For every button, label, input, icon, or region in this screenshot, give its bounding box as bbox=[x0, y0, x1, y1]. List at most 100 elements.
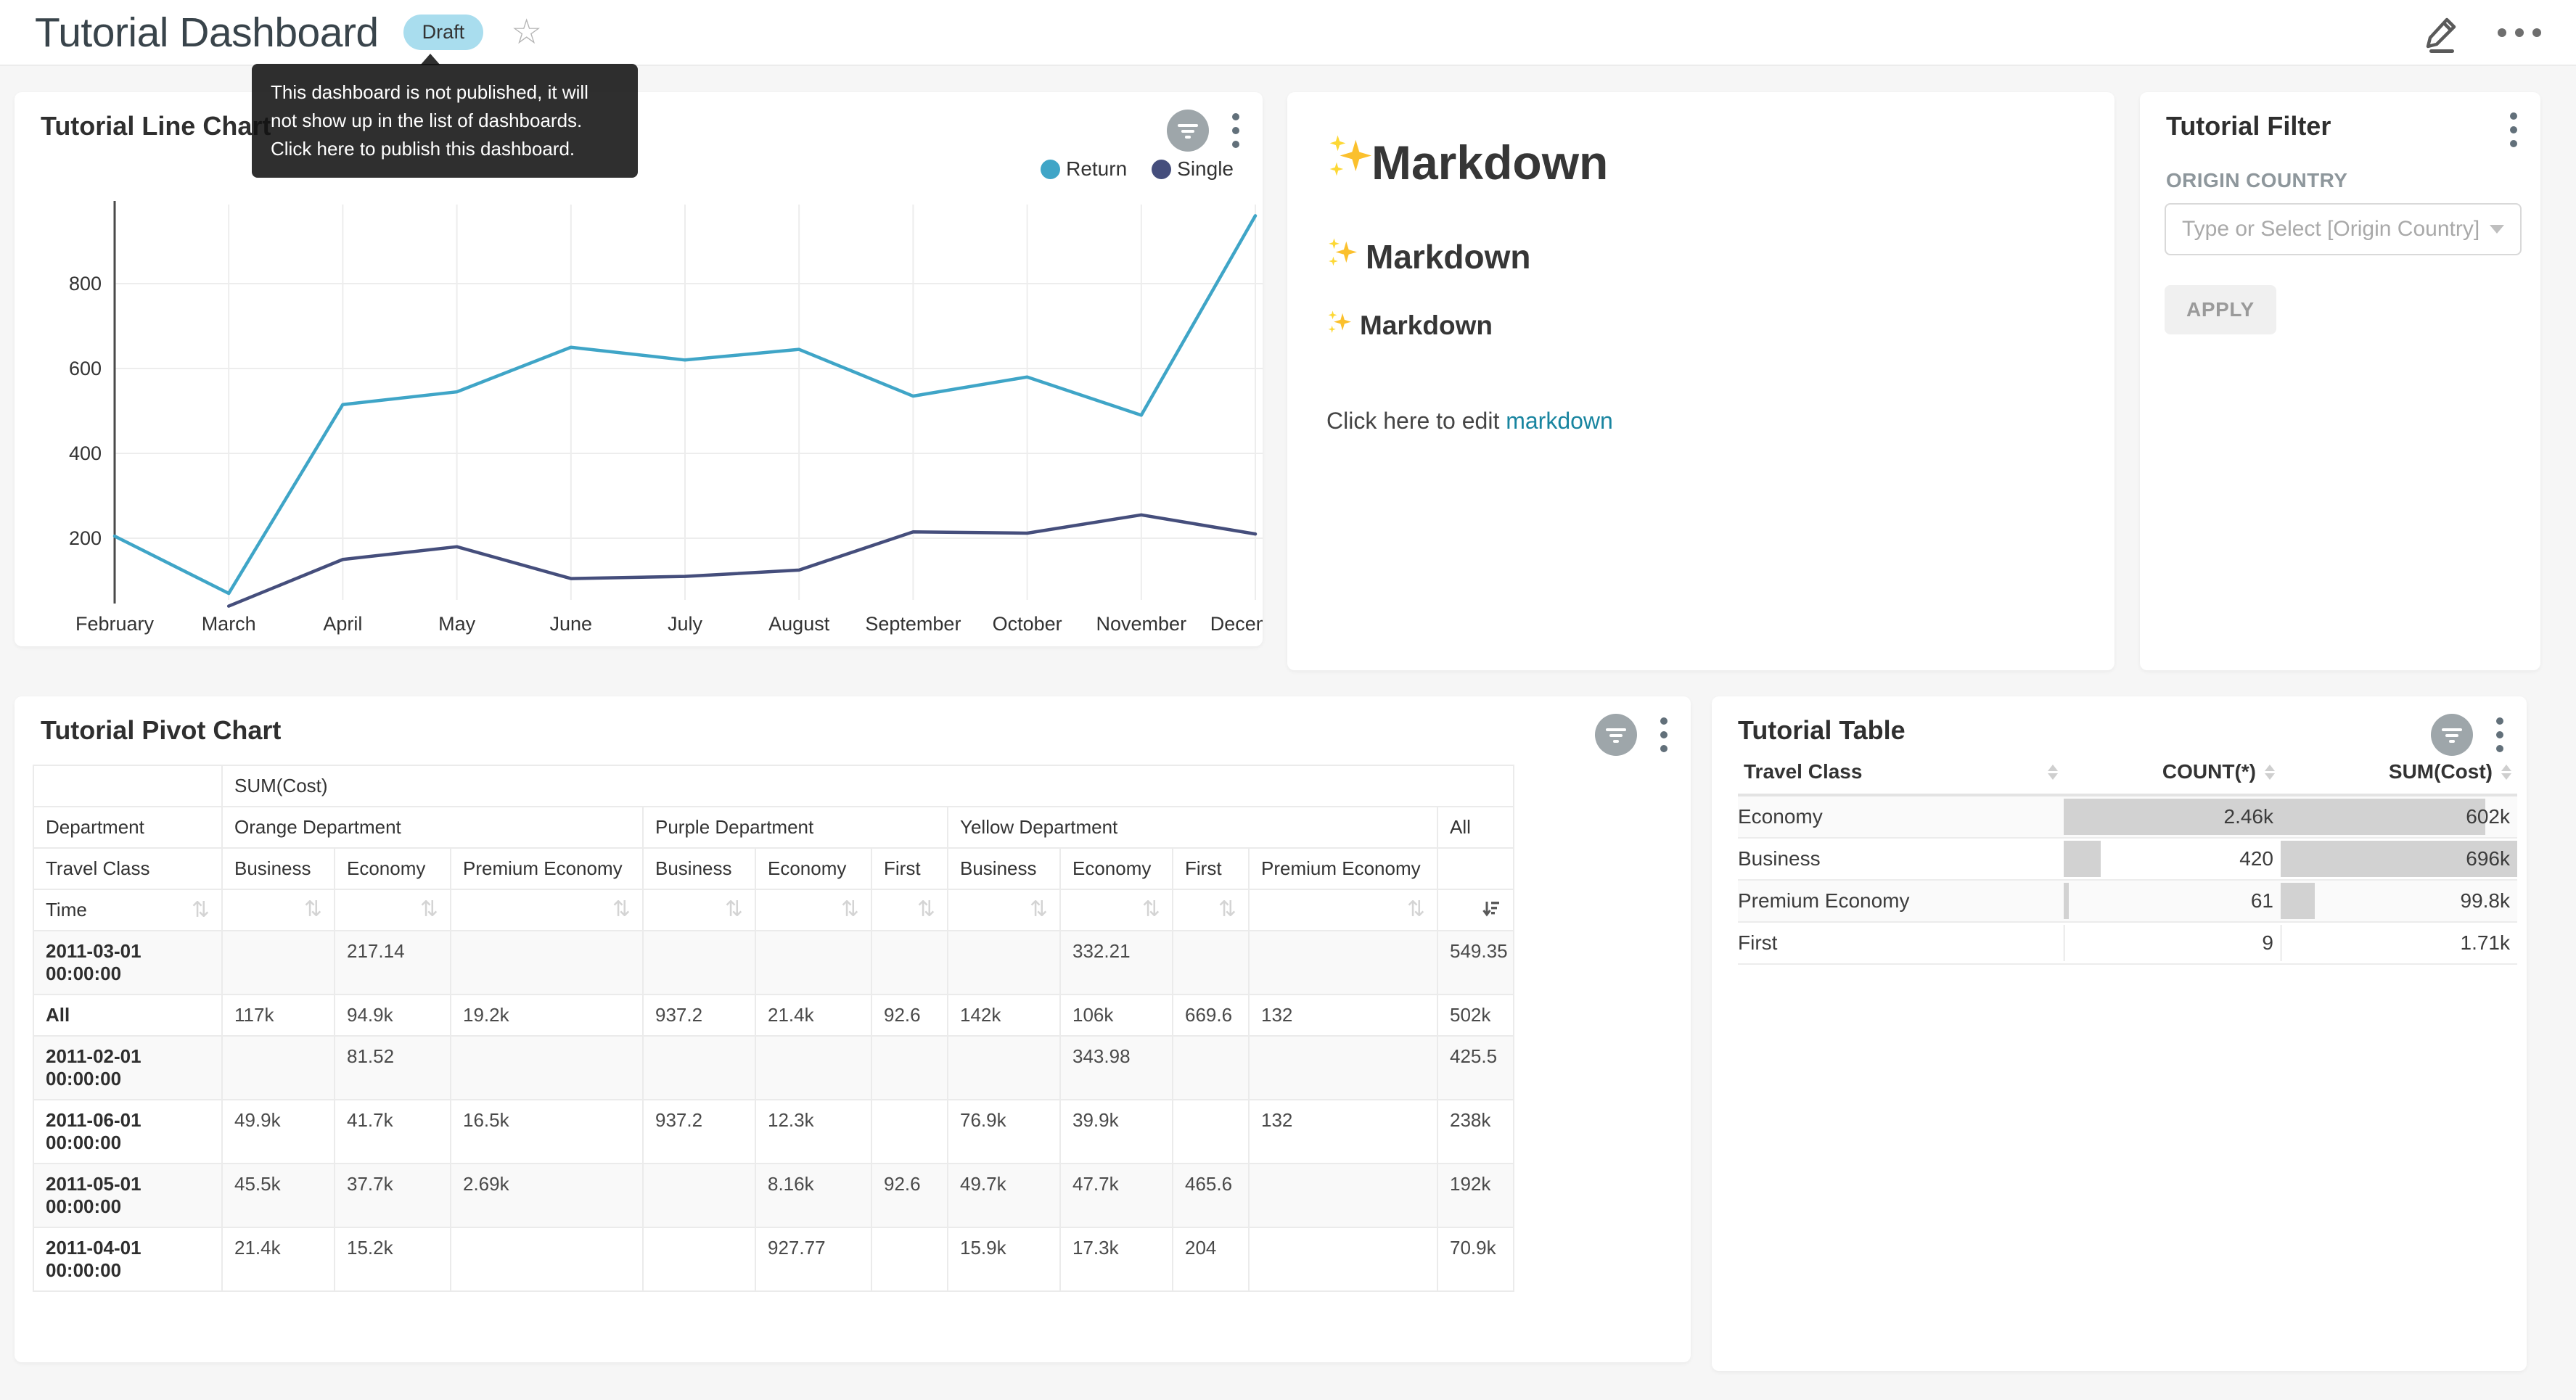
sort-toggle-icon[interactable]: ⇅ bbox=[725, 899, 743, 921]
pivot-sort-cell[interactable]: ⇅ bbox=[755, 889, 871, 931]
pivot-sort-cell[interactable]: ⇅ bbox=[948, 889, 1060, 931]
value-bar bbox=[2281, 799, 2485, 835]
legend-item-single[interactable]: Single bbox=[1152, 157, 1234, 181]
sort-carets-icon[interactable] bbox=[2048, 765, 2058, 780]
sort-carets-icon[interactable] bbox=[2501, 765, 2511, 780]
dashboard-header: Tutorial Dashboard Draft ☆ bbox=[0, 0, 2576, 66]
pivot-cell: 37.7k bbox=[335, 1164, 451, 1227]
pivot-cell: 669.6 bbox=[1173, 995, 1249, 1036]
pivot-sort-cell[interactable]: ⇅ bbox=[1249, 889, 1437, 931]
sort-toggle-icon[interactable]: ⇅ bbox=[1142, 899, 1160, 921]
pivot-cell: 39.9k bbox=[1060, 1100, 1173, 1164]
filter-indicator-icon[interactable] bbox=[1167, 110, 1209, 152]
pivot-cell: 16.5k bbox=[451, 1100, 643, 1164]
pivot-cell: 2.69k bbox=[451, 1164, 643, 1227]
pivot-sort-cell[interactable]: ⇅ bbox=[451, 889, 643, 931]
markdown-h1: Markdown bbox=[1326, 133, 2085, 192]
cell-value: 99.8k bbox=[2461, 881, 2511, 921]
sum-cell: 696k bbox=[2281, 838, 2517, 880]
pivot-time-header[interactable]: Time ⇅ bbox=[33, 889, 222, 931]
pivot-sort-cell[interactable] bbox=[1437, 889, 1514, 931]
pivot-row: 2011-06-01 00:00:0049.9k41.7k16.5k937.21… bbox=[33, 1100, 1514, 1164]
travel-class-cell: Business bbox=[1738, 838, 2064, 880]
pivot-cell bbox=[451, 1036, 643, 1100]
markdown-h3: Markdown bbox=[1326, 309, 2085, 342]
pivot-cell: 465.6 bbox=[1173, 1164, 1249, 1227]
sort-toggle-icon[interactable]: ⇅ bbox=[1030, 899, 1048, 921]
value-bar bbox=[2281, 883, 2315, 919]
pivot-col-header: Economy bbox=[335, 848, 451, 889]
draft-badge[interactable]: Draft bbox=[403, 15, 484, 50]
pivot-col-header: Business bbox=[222, 848, 335, 889]
pivot-cell: 12.3k bbox=[755, 1100, 871, 1164]
apply-button[interactable]: APPLY bbox=[2165, 285, 2276, 334]
filter-card: Tutorial Filter ORIGIN COUNTRY Type or S… bbox=[2140, 92, 2540, 670]
markdown-h2-text: Markdown bbox=[1366, 237, 1530, 276]
table-header-count-[interactable]: COUNT(*) bbox=[2064, 750, 2281, 795]
line-chart-plot[interactable]: 200400600800FebruaryMarchAprilMayJuneJul… bbox=[29, 194, 1263, 643]
pivot-sort-cell[interactable]: ⇅ bbox=[643, 889, 755, 931]
sort-toggle-icon[interactable]: ⇅ bbox=[304, 899, 322, 921]
value-bar bbox=[2064, 841, 2101, 877]
pivot-cell: 927.77 bbox=[755, 1227, 871, 1291]
ellipsis-menu-icon[interactable] bbox=[2498, 28, 2541, 37]
y-axis-tick: 800 bbox=[69, 273, 102, 295]
pivot-cell: 502k bbox=[1437, 995, 1514, 1036]
x-axis-label: December bbox=[1210, 613, 1263, 635]
cell-value: 61 bbox=[2251, 881, 2273, 921]
pivot-class-header: Travel Class bbox=[33, 848, 222, 889]
line-chart-card: Tutorial Line Chart Return Single 200400… bbox=[15, 92, 1263, 646]
filter-indicator-icon[interactable] bbox=[1595, 714, 1637, 756]
pivot-sort-cell[interactable]: ⇅ bbox=[335, 889, 451, 931]
markdown-h3-text: Markdown bbox=[1360, 310, 1493, 341]
pivot-sort-cell[interactable]: ⇅ bbox=[1173, 889, 1249, 931]
x-axis-label: July bbox=[668, 613, 703, 635]
pivot-row-label: 2011-04-01 00:00:00 bbox=[33, 1227, 222, 1291]
pivot-cell: 937.2 bbox=[643, 995, 755, 1036]
pivot-cell bbox=[871, 1036, 948, 1100]
pivot-sort-cell[interactable]: ⇅ bbox=[871, 889, 948, 931]
kebab-menu-icon[interactable] bbox=[2493, 715, 2506, 755]
sort-toggle-icon[interactable]: ⇅ bbox=[1407, 899, 1425, 921]
pivot-sort-cell[interactable]: ⇅ bbox=[222, 889, 335, 931]
chevron-down-icon bbox=[2490, 225, 2504, 234]
sort-toggle-icon[interactable]: ⇅ bbox=[612, 899, 631, 921]
sum-cell: 1.71k bbox=[2281, 922, 2517, 964]
pivot-col-header: Premium Economy bbox=[451, 848, 643, 889]
sort-toggle-icon[interactable]: ⇅ bbox=[420, 899, 438, 921]
pivot-cell bbox=[1173, 931, 1249, 995]
pivot-cell bbox=[451, 931, 643, 995]
kebab-menu-icon[interactable] bbox=[1657, 715, 1670, 755]
pivot-cell bbox=[755, 931, 871, 995]
markdown-edit-link[interactable]: markdown bbox=[1506, 408, 1613, 434]
x-axis-label: August bbox=[768, 613, 830, 635]
chart-legend: Return Single bbox=[1041, 157, 1234, 181]
kebab-menu-icon[interactable] bbox=[1229, 110, 1242, 151]
edit-pencil-icon[interactable] bbox=[2421, 12, 2463, 54]
pivot-cell bbox=[1249, 1036, 1437, 1100]
pivot-cell: 549.35 bbox=[1437, 931, 1514, 995]
pivot-cell: 49.9k bbox=[222, 1100, 335, 1164]
pivot-cell: 142k bbox=[948, 995, 1060, 1036]
sort-toggle-icon[interactable]: ⇅ bbox=[841, 899, 859, 921]
column-label: SUM(Cost) bbox=[2389, 760, 2493, 783]
sort-toggle-icon[interactable]: ⇅ bbox=[1218, 899, 1236, 921]
sort-desc-active-icon[interactable] bbox=[1481, 899, 1501, 919]
kebab-menu-icon[interactable] bbox=[2507, 110, 2520, 150]
pivot-cell: 132 bbox=[1249, 995, 1437, 1036]
legend-item-return[interactable]: Return bbox=[1041, 157, 1127, 181]
sort-toggle-icon[interactable]: ⇅ bbox=[917, 899, 935, 921]
pivot-sort-cell[interactable]: ⇅ bbox=[1060, 889, 1173, 931]
table-header-sum-cost-[interactable]: SUM(Cost) bbox=[2281, 750, 2517, 795]
y-axis-tick: 400 bbox=[69, 442, 102, 464]
pivot-row-label: All bbox=[33, 995, 222, 1036]
table-header-travel-class[interactable]: Travel Class bbox=[1738, 750, 2064, 795]
origin-country-select[interactable]: Type or Select [Origin Country] bbox=[2165, 203, 2522, 255]
star-icon[interactable]: ☆ bbox=[511, 15, 542, 50]
pivot-time-label: Time bbox=[46, 899, 87, 921]
pivot-col-header: Business bbox=[643, 848, 755, 889]
pivot-cell: 332.21 bbox=[1060, 931, 1173, 995]
pivot-cell: 238k bbox=[1437, 1100, 1514, 1164]
sort-carets-icon[interactable] bbox=[2265, 765, 2275, 780]
sort-toggle-icon[interactable]: ⇅ bbox=[192, 899, 210, 921]
